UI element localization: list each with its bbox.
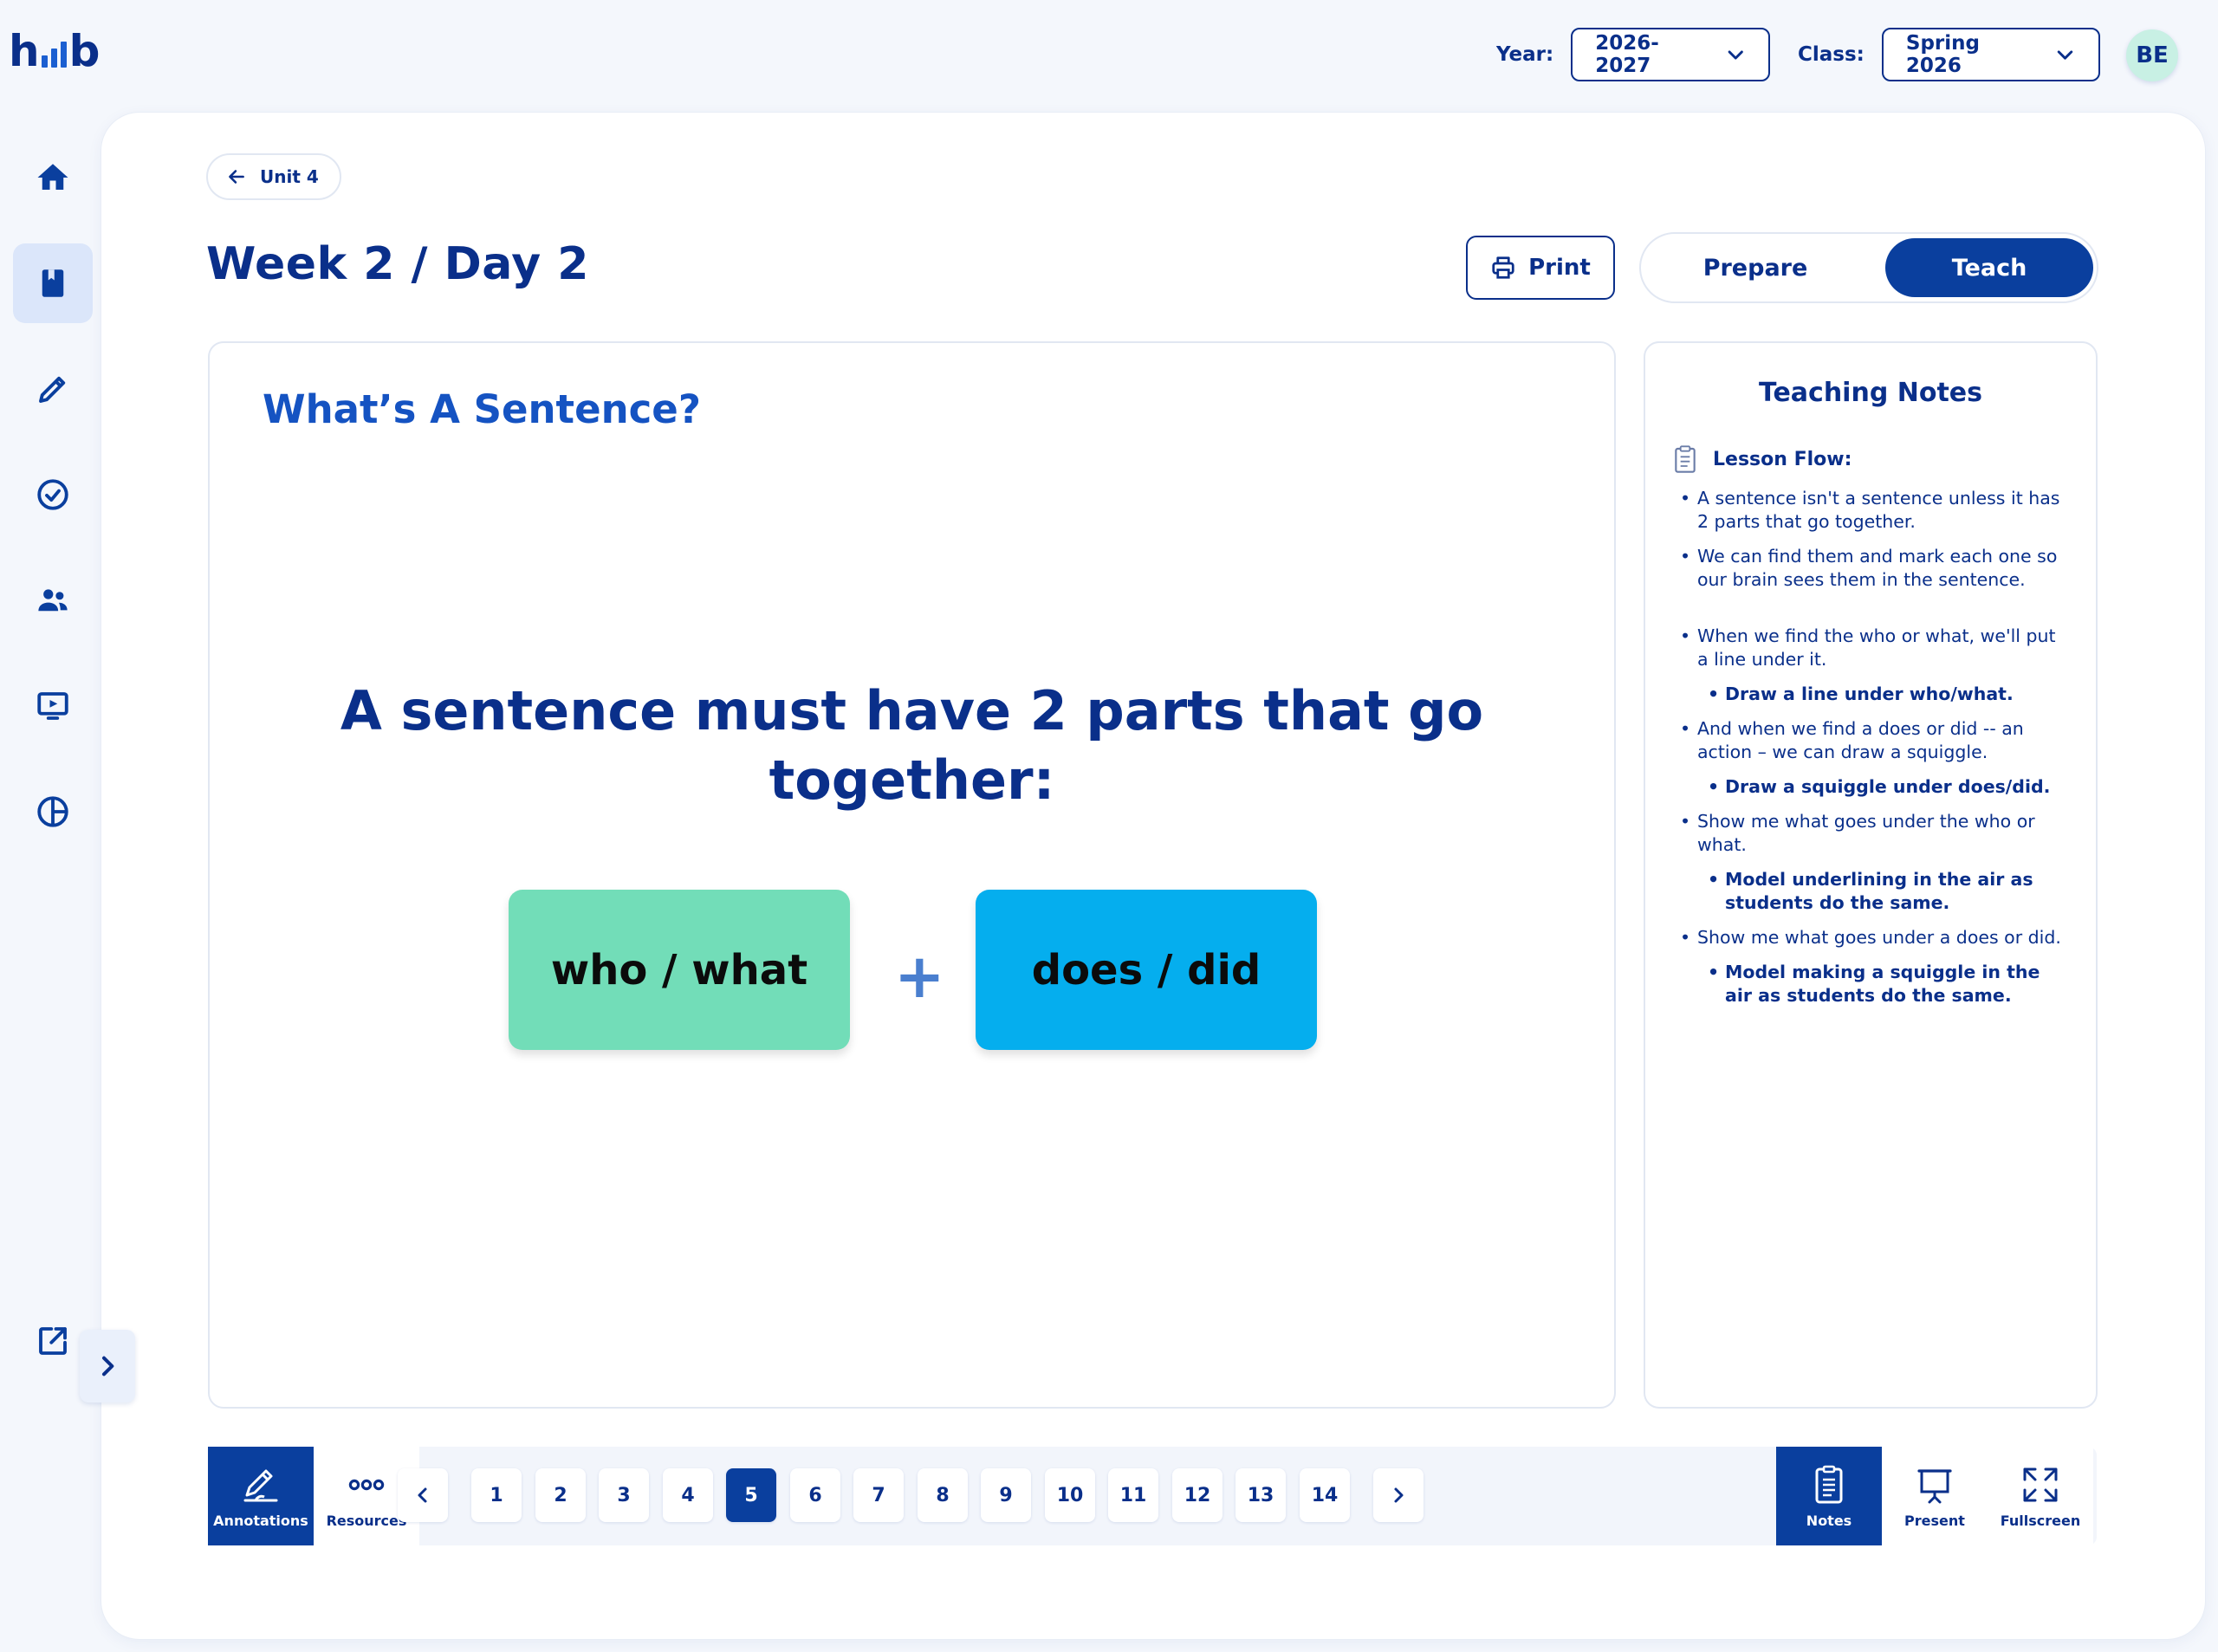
mode-toggle: Prepare Teach bbox=[1639, 232, 2098, 303]
chevron-right-icon bbox=[1394, 1487, 1404, 1503]
pager-next-button[interactable] bbox=[1373, 1468, 1424, 1522]
note-item: Show me what goes under the who or what. bbox=[1680, 810, 2070, 857]
sidebar-item-home[interactable] bbox=[13, 138, 93, 217]
sidebar-item-reports[interactable] bbox=[13, 772, 93, 852]
check-circle-icon bbox=[37, 479, 68, 510]
mode-prepare-tab[interactable]: Prepare bbox=[1651, 238, 1859, 297]
fullscreen-button[interactable]: Fullscreen bbox=[1988, 1447, 2093, 1545]
class-label: Class: bbox=[1798, 43, 1865, 66]
plus-sign: + bbox=[894, 941, 945, 1012]
projector-screen-icon bbox=[1917, 1468, 1952, 1503]
year-selector: Year: 2026-2027 bbox=[1496, 28, 1771, 81]
mode-teach-tab[interactable]: Teach bbox=[1885, 238, 2093, 297]
note-item: Draw a squiggle under does/did. bbox=[1680, 775, 2070, 799]
pager-page-button[interactable]: 2 bbox=[535, 1468, 586, 1522]
sidebar-item-edit[interactable] bbox=[13, 349, 93, 429]
sidebar-item-assessments[interactable] bbox=[13, 455, 93, 534]
sidebar-item-lessons[interactable] bbox=[13, 243, 93, 323]
note-item: When we find the who or what, we'll put … bbox=[1680, 625, 2070, 671]
home-icon bbox=[37, 164, 68, 190]
logo-letter-h: h bbox=[9, 26, 40, 76]
slide-toolbar: Annotations Resources 1 2 3 4 5 6 7 8 9 10 11 12 13 1… bbox=[208, 1447, 2097, 1545]
year-label: Year: bbox=[1496, 43, 1554, 66]
teaching-notes-panel: Teaching Notes Lesson Flow: A sentence i… bbox=[1644, 341, 2098, 1409]
pencil-icon bbox=[39, 376, 66, 403]
chevron-right-icon bbox=[102, 1356, 114, 1377]
annotations-button[interactable]: Annotations bbox=[208, 1447, 314, 1545]
note-item: Show me what goes under a does or did. bbox=[1680, 926, 2070, 949]
more-dots-icon bbox=[348, 1479, 385, 1490]
notes-clipboard-icon bbox=[1815, 1465, 1843, 1503]
logo-bars-icon bbox=[41, 42, 67, 68]
notes-list: A sentence isn't a sentence unless it ha… bbox=[1680, 487, 2070, 1019]
class-value: Spring 2026 bbox=[1905, 32, 1980, 77]
user-avatar[interactable]: BE bbox=[2126, 29, 2178, 81]
pen-ruler-icon bbox=[243, 1469, 278, 1501]
slide-title: What’s A Sentence? bbox=[263, 386, 701, 432]
annotations-label: Annotations bbox=[213, 1512, 308, 1529]
pager-page-button[interactable]: 14 bbox=[1300, 1468, 1350, 1522]
pager-page-button[interactable]: 13 bbox=[1235, 1468, 1286, 1522]
slide-main-line-1: A sentence must have 2 parts that go bbox=[340, 679, 1484, 742]
pager-page-button[interactable]: 10 bbox=[1045, 1468, 1095, 1522]
hub-logo[interactable]: h b bbox=[9, 24, 101, 76]
year-dropdown[interactable]: 2026-2027 bbox=[1571, 28, 1771, 81]
slide-main-text: A sentence must have 2 parts that go tog… bbox=[210, 677, 1614, 815]
lesson-slide: What’s A Sentence? A sentence must have … bbox=[208, 341, 1616, 1409]
print-label: Print bbox=[1528, 255, 1591, 281]
fullscreen-icon bbox=[2023, 1467, 2058, 1501]
pager-page-button[interactable]: 4 bbox=[663, 1468, 713, 1522]
pager-prev-button[interactable] bbox=[398, 1468, 448, 1522]
pager-page-button[interactable]: 11 bbox=[1108, 1468, 1158, 1522]
presentation-icon bbox=[37, 692, 68, 720]
pager-page-button[interactable]: 5 bbox=[726, 1468, 776, 1522]
pie-chart-icon bbox=[37, 796, 68, 827]
back-button-label: Unit 4 bbox=[260, 166, 319, 187]
notes-title: Teaching Notes bbox=[1758, 378, 1983, 408]
note-item: And when we find a does or did -- an act… bbox=[1680, 717, 2070, 764]
note-item: Model making a squiggle in the air as st… bbox=[1680, 961, 2070, 1007]
back-to-unit-button[interactable]: Unit 4 bbox=[206, 153, 341, 200]
pager-page-button[interactable]: 9 bbox=[981, 1468, 1031, 1522]
external-link-icon bbox=[39, 1327, 67, 1355]
class-selector: Class: Spring 2026 bbox=[1798, 28, 2100, 81]
class-dropdown[interactable]: Spring 2026 bbox=[1881, 28, 2100, 81]
notes-button[interactable]: Notes bbox=[1776, 1447, 1882, 1545]
logo-letter-b: b bbox=[68, 26, 101, 76]
sidebar-expand-button[interactable] bbox=[80, 1330, 135, 1403]
people-icon bbox=[38, 589, 68, 612]
present-label: Present bbox=[1904, 1512, 1965, 1529]
note-item: Model underlining in the air as students… bbox=[1680, 868, 2070, 915]
does-did-chip: does / did bbox=[976, 890, 1317, 1050]
who-what-chip: who / what bbox=[509, 890, 850, 1050]
arrow-left-icon bbox=[229, 170, 244, 184]
note-item: We can find them and mark each one so ou… bbox=[1680, 545, 2070, 592]
sidebar-item-present[interactable] bbox=[13, 666, 93, 746]
slide-main-line-2: together: bbox=[769, 748, 1055, 812]
fullscreen-label: Fullscreen bbox=[2000, 1512, 2081, 1529]
pager-page-button[interactable]: 1 bbox=[471, 1468, 522, 1522]
pager-page-button[interactable]: 8 bbox=[918, 1468, 968, 1522]
chevron-down-icon bbox=[1728, 50, 1743, 60]
lesson-flow-label: Lesson Flow: bbox=[1713, 448, 1852, 470]
pager-page-button[interactable]: 3 bbox=[599, 1468, 649, 1522]
pager-page-button[interactable]: 6 bbox=[790, 1468, 840, 1522]
page-title: Week 2 / Day 2 bbox=[206, 238, 589, 290]
pager-page-button[interactable]: 7 bbox=[853, 1468, 904, 1522]
clipboard-icon bbox=[1675, 445, 1696, 473]
chevron-down-icon bbox=[2057, 50, 2073, 60]
note-item: Draw a line under who/what. bbox=[1680, 683, 2070, 706]
lesson-flow-heading: Lesson Flow: bbox=[1673, 445, 1852, 473]
notes-label: Notes bbox=[1806, 1512, 1852, 1529]
print-button[interactable]: Print bbox=[1466, 236, 1615, 300]
chevron-left-icon bbox=[418, 1487, 427, 1503]
printer-icon bbox=[1492, 256, 1514, 279]
sidebar-item-students[interactable] bbox=[13, 560, 93, 640]
year-value: 2026-2027 bbox=[1595, 32, 1659, 77]
pager-page-button[interactable]: 12 bbox=[1172, 1468, 1222, 1522]
present-button[interactable]: Present bbox=[1882, 1447, 1988, 1545]
resources-label: Resources bbox=[326, 1512, 407, 1529]
note-item: A sentence isn't a sentence unless it ha… bbox=[1680, 487, 2070, 534]
book-icon bbox=[42, 269, 64, 297]
